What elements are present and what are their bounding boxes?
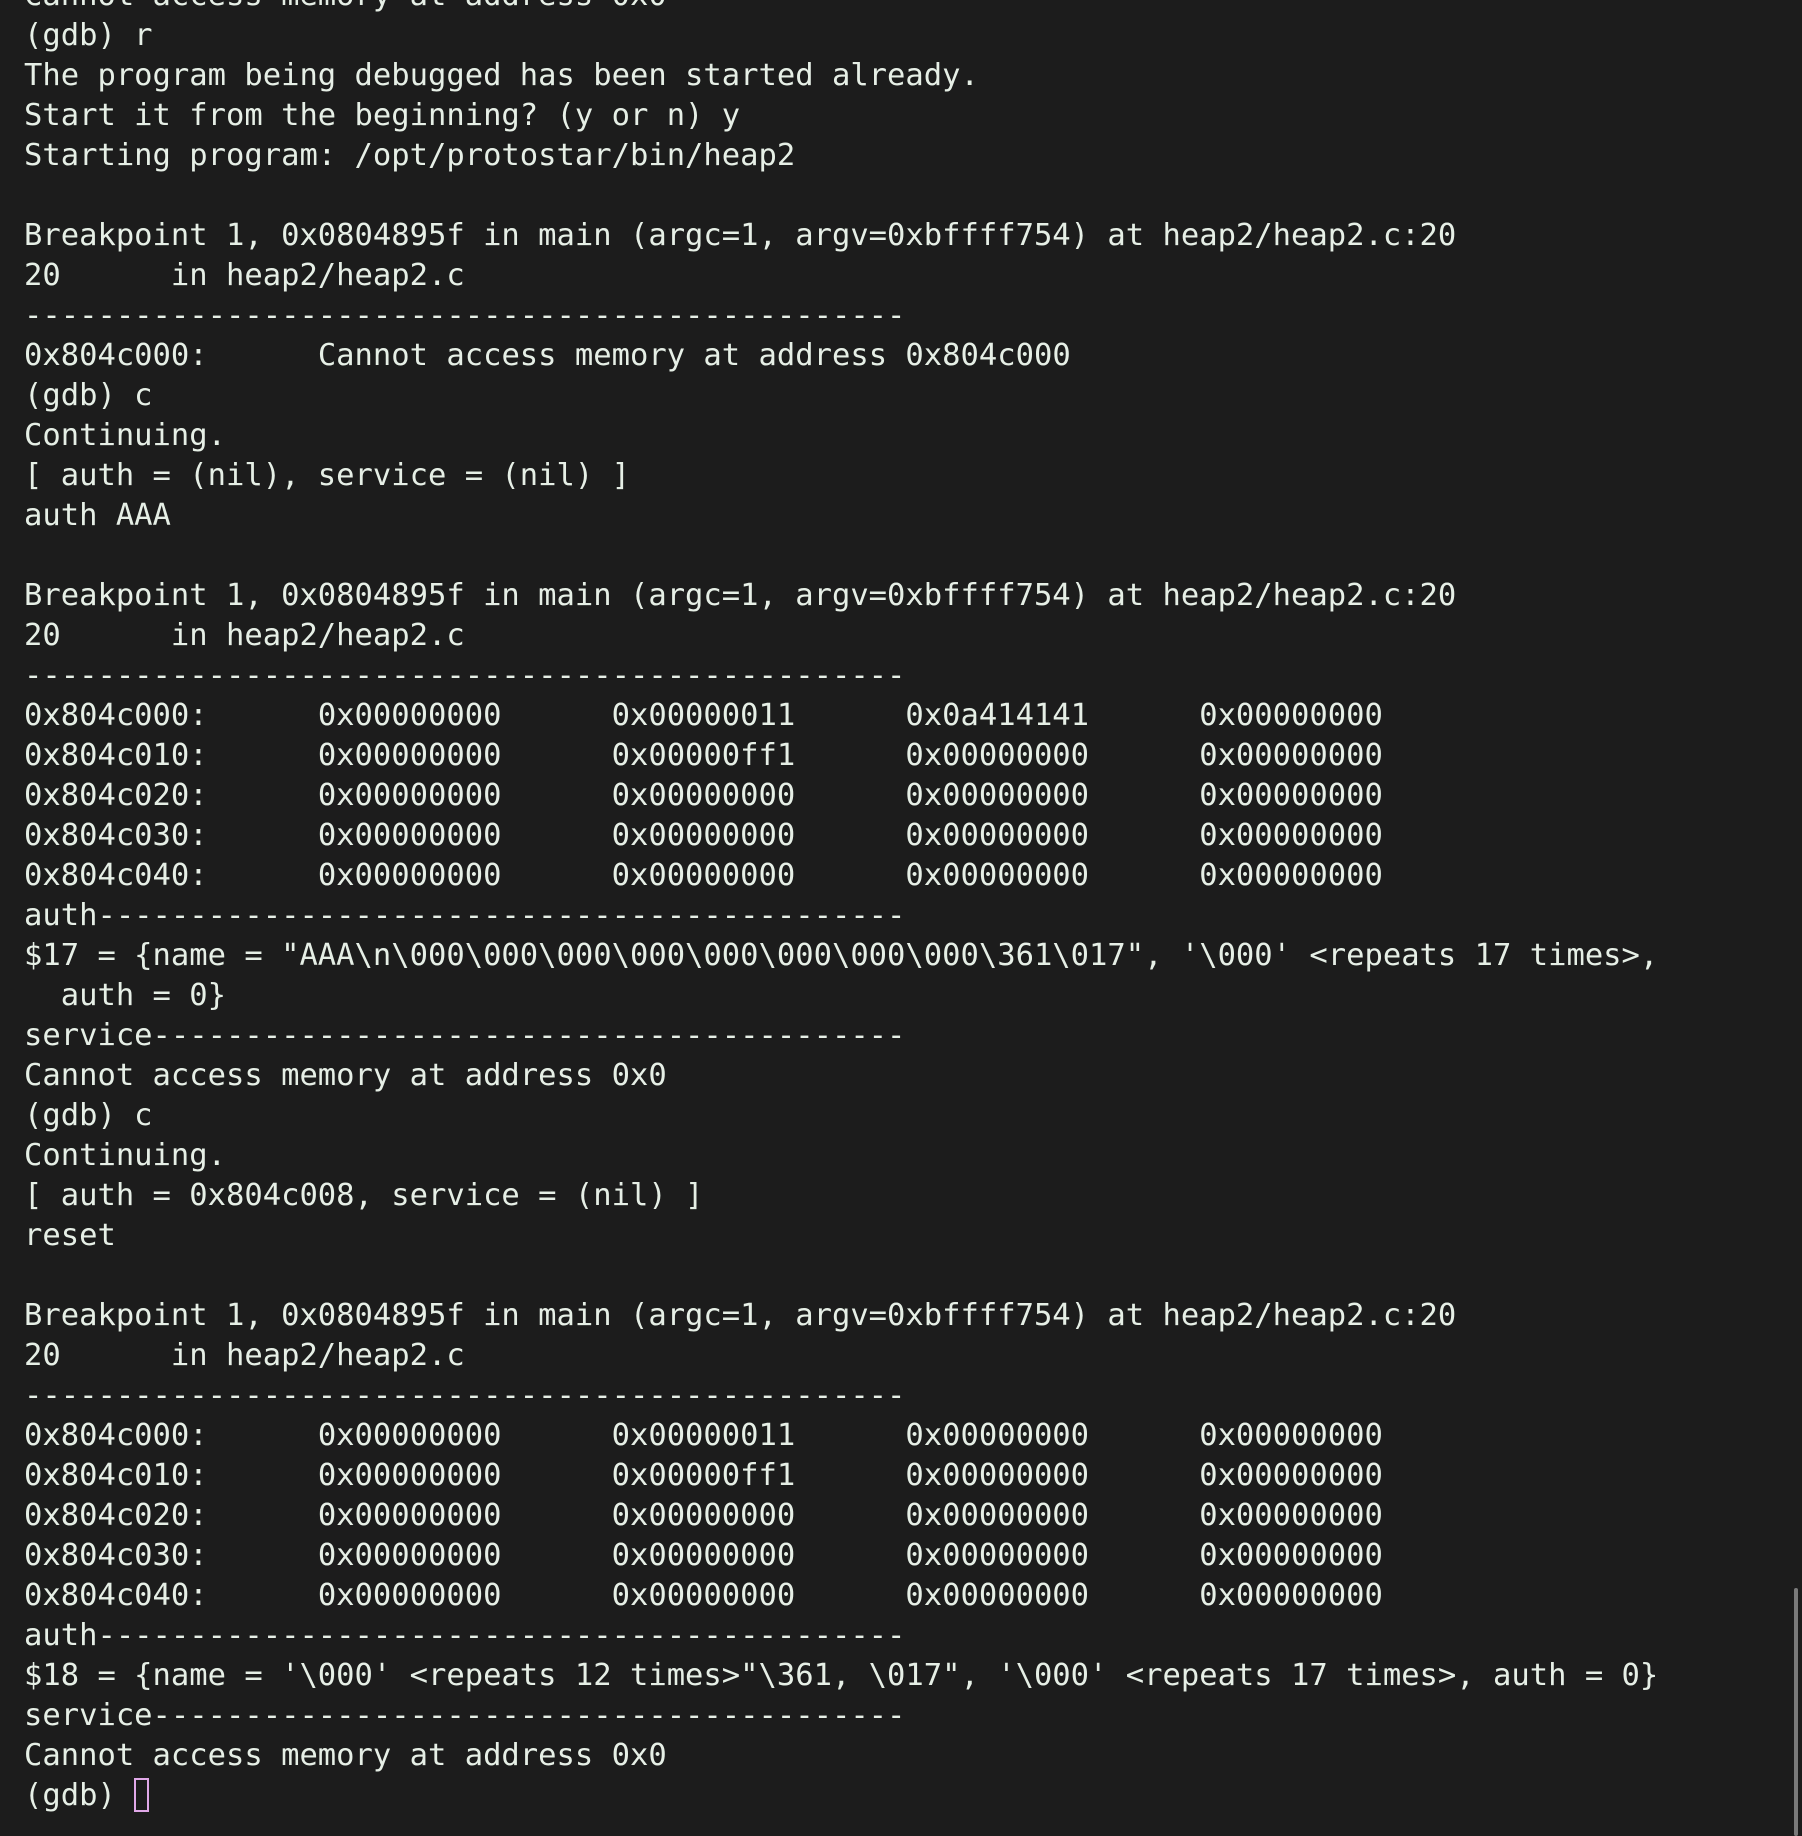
terminal-line: $18 = {name = '\000' <repeats 12 times>"… <box>24 1658 1659 1693</box>
terminal-line: (gdb) c <box>24 1098 153 1133</box>
terminal-line: Cannot access memory at address 0x0 <box>24 0 1782 16</box>
terminal-line: $17 = {name = "AAA\n\000\000\000\000\000… <box>24 938 1659 973</box>
terminal-line: auth------------------------------------… <box>24 898 906 933</box>
terminal-line: (gdb) r <box>24 18 153 53</box>
terminal-line: 0x804c020: 0x00000000 0x00000000 0x00000… <box>24 1498 1383 1533</box>
terminal-line: (gdb) c <box>24 378 153 413</box>
terminal-line: 20 in heap2/heap2.c <box>24 618 465 653</box>
terminal-line: The program being debugged has been star… <box>24 58 979 93</box>
terminal-line: 0x804c020: 0x00000000 0x00000000 0x00000… <box>24 778 1383 813</box>
terminal-line: Breakpoint 1, 0x0804895f in main (argc=1… <box>24 578 1457 613</box>
terminal-line: 0x804c000: Cannot access memory at addre… <box>24 338 1071 373</box>
terminal-line: auth AAA <box>24 498 171 533</box>
terminal-line: Breakpoint 1, 0x0804895f in main (argc=1… <box>24 218 1457 253</box>
terminal-line: Start it from the beginning? (y or n) y <box>24 98 741 133</box>
terminal-line: 20 in heap2/heap2.c <box>24 1338 465 1373</box>
terminal-line: Cannot access memory at address 0x0 <box>24 1058 667 1093</box>
terminal-line: 0x804c000: 0x00000000 0x00000011 0x00000… <box>24 1418 1383 1453</box>
scrollbar[interactable] <box>1794 1588 1798 1836</box>
terminal-line: [ auth = 0x804c008, service = (nil) ] <box>24 1178 704 1213</box>
terminal-line: ----------------------------------------… <box>24 658 906 693</box>
terminal-line: 0x804c040: 0x00000000 0x00000000 0x00000… <box>24 1578 1383 1613</box>
terminal-line: Continuing. <box>24 418 226 453</box>
terminal-line: Breakpoint 1, 0x0804895f in main (argc=1… <box>24 1298 1457 1333</box>
terminal-line: 0x804c030: 0x00000000 0x00000000 0x00000… <box>24 1538 1383 1573</box>
terminal-line: 0x804c010: 0x00000000 0x00000ff1 0x00000… <box>24 1458 1383 1493</box>
terminal-line: 0x804c030: 0x00000000 0x00000000 0x00000… <box>24 818 1383 853</box>
prompt-line[interactable]: (gdb) <box>24 1776 1782 1816</box>
terminal-line: reset <box>24 1218 116 1253</box>
gdb-prompt: (gdb) <box>24 1778 135 1813</box>
terminal-line: Cannot access memory at address 0x0 <box>24 1738 667 1773</box>
terminal-line: [ auth = (nil), service = (nil) ] <box>24 458 630 493</box>
terminal-line: service---------------------------------… <box>24 1698 906 1733</box>
terminal-line: Continuing. <box>24 1138 226 1173</box>
terminal-line: ----------------------------------------… <box>24 298 906 333</box>
terminal-line: auth = 0} <box>24 978 226 1013</box>
terminal-line: ----------------------------------------… <box>24 1378 906 1413</box>
terminal-line: 0x804c000: 0x00000000 0x00000011 0x0a414… <box>24 698 1383 733</box>
cursor-icon <box>134 1778 150 1812</box>
terminal-line: service---------------------------------… <box>24 1018 906 1053</box>
terminal-output[interactable]: Cannot access memory at address 0x0 (gdb)… <box>24 0 1782 1816</box>
terminal-line: 20 in heap2/heap2.c <box>24 258 465 293</box>
terminal-line: auth------------------------------------… <box>24 1618 906 1653</box>
terminal-line: 0x804c040: 0x00000000 0x00000000 0x00000… <box>24 858 1383 893</box>
terminal-line: Starting program: /opt/protostar/bin/hea… <box>24 138 796 173</box>
terminal-line: 0x804c010: 0x00000000 0x00000ff1 0x00000… <box>24 738 1383 773</box>
